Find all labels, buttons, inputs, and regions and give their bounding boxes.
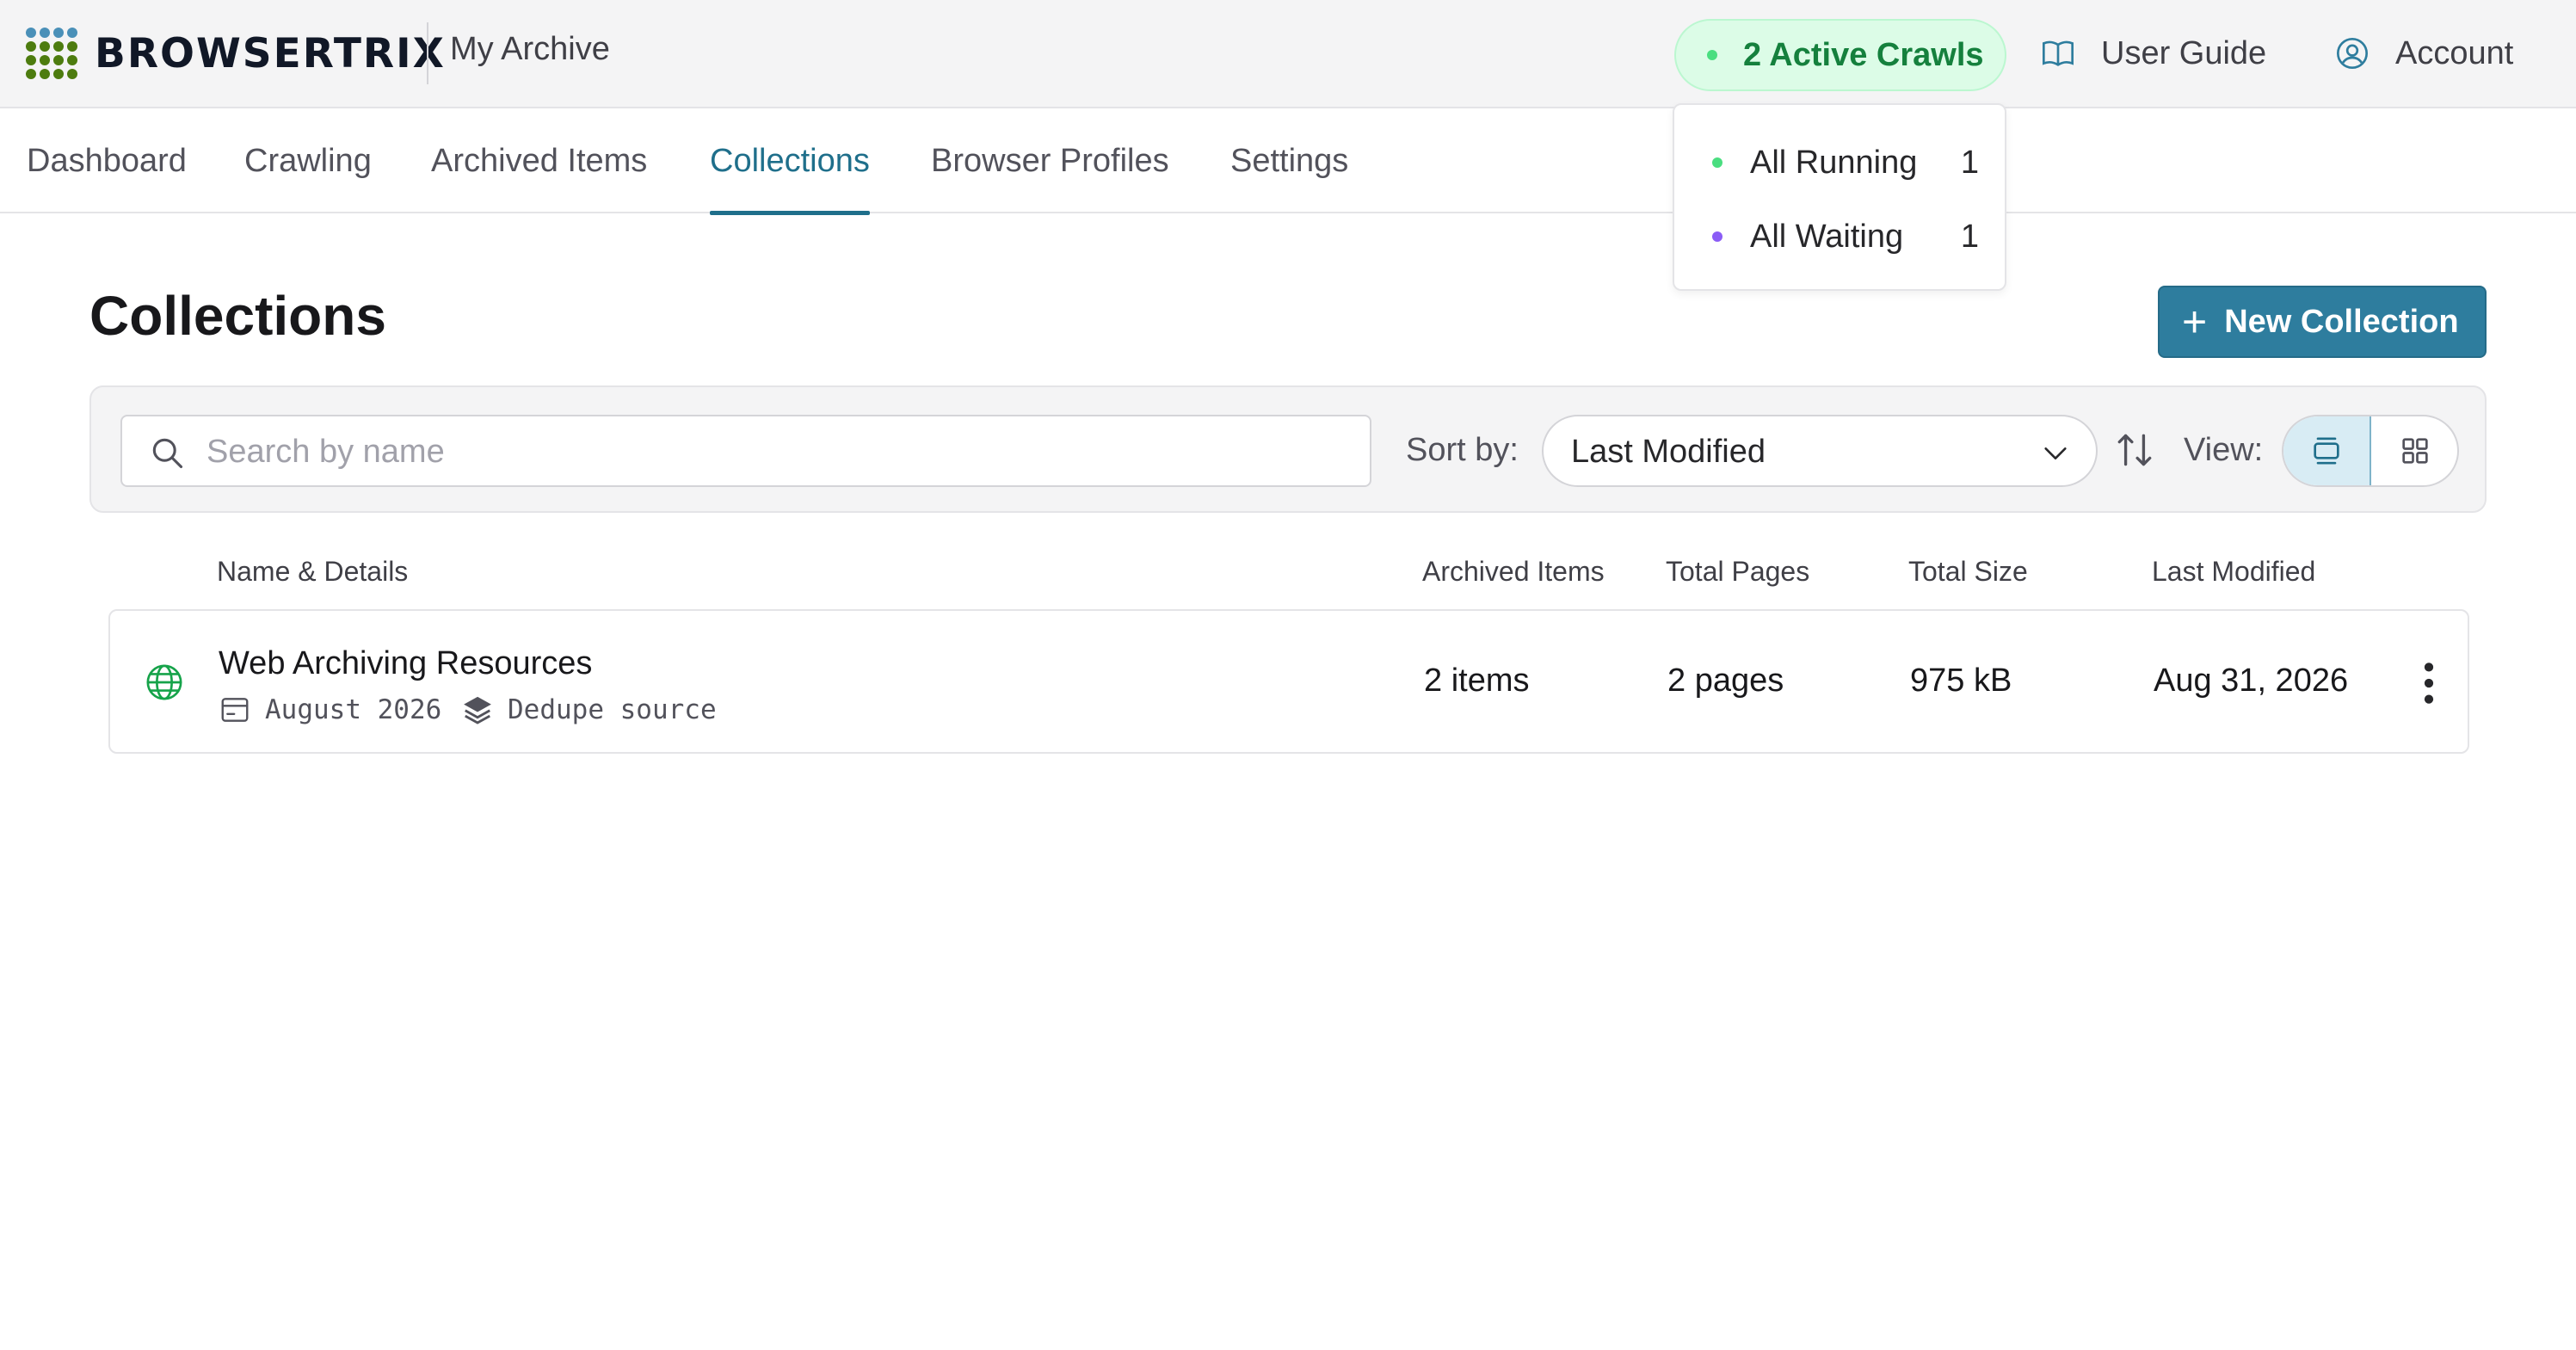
layers-icon bbox=[464, 696, 491, 724]
user-guide-button[interactable]: User Guide bbox=[2041, 26, 2266, 81]
view-label: View: bbox=[2184, 432, 2264, 468]
new-collection-button[interactable]: + New Collection bbox=[2158, 286, 2487, 358]
sort-label: Sort by: bbox=[1406, 432, 1519, 468]
sort-value: Last Modified bbox=[1571, 434, 1766, 470]
date-range-text: August 2026 bbox=[265, 694, 442, 725]
sort-select[interactable]: Last Modified bbox=[1542, 415, 2098, 487]
tab-crawling[interactable]: Crawling bbox=[244, 108, 372, 213]
search-field bbox=[120, 415, 1371, 487]
dedupe-tag: Dedupe source bbox=[461, 690, 717, 730]
account-label: Account bbox=[2395, 34, 2514, 71]
chevron-down-icon bbox=[2044, 447, 2067, 459]
header-divider bbox=[427, 22, 428, 84]
archived-items-cell: 2 items bbox=[1424, 663, 1530, 699]
filter-bar: Sort by: Last Modified View: bbox=[89, 385, 2487, 513]
waiting-dot-icon bbox=[1712, 231, 1722, 242]
list-view-icon bbox=[2314, 437, 2339, 465]
tab-collections[interactable]: Collections bbox=[710, 108, 870, 215]
total-pages-cell: 2 pages bbox=[1667, 663, 1784, 699]
active-crawls-menu: All Running 1 All Waiting 1 bbox=[1673, 103, 2006, 291]
search-icon bbox=[152, 438, 183, 469]
header-archived-items: Archived Items bbox=[1422, 556, 1605, 587]
user-guide-label: User Guide bbox=[2101, 34, 2267, 71]
active-crawls-label: 2 Active Crawls bbox=[1743, 36, 1984, 73]
last-modified-cell: Aug 31, 2026 bbox=[2154, 663, 2349, 699]
tab-archived-items[interactable]: Archived Items bbox=[431, 108, 647, 213]
running-dot-icon bbox=[1712, 157, 1722, 168]
menu-item-all-running[interactable]: All Running 1 bbox=[1674, 133, 2005, 193]
collection-row[interactable]: Web Archiving Resources August 2026 Dedu… bbox=[108, 609, 2469, 754]
header-last-modified: Last Modified bbox=[2152, 556, 2316, 587]
more-actions-icon[interactable] bbox=[2416, 659, 2442, 707]
browsertrix-logo[interactable]: BROWSERTRIX bbox=[26, 26, 446, 81]
header-total-pages: Total Pages bbox=[1666, 556, 1810, 587]
active-crawls-button[interactable]: 2 Active Crawls bbox=[1674, 19, 2006, 91]
logo-text: BROWSERTRIX bbox=[95, 29, 446, 77]
page-title: Collections bbox=[89, 285, 386, 347]
menu-item-label: All Running bbox=[1750, 144, 1918, 181]
tab-settings[interactable]: Settings bbox=[1230, 108, 1348, 213]
menu-item-all-waiting[interactable]: All Waiting 1 bbox=[1674, 207, 2005, 267]
user-circle-icon bbox=[2337, 38, 2368, 69]
grid-view-button[interactable] bbox=[2371, 416, 2457, 485]
book-icon bbox=[2043, 40, 2074, 66]
sort-direction-icon[interactable] bbox=[2113, 428, 2156, 472]
menu-item-count: 1 bbox=[1960, 218, 1979, 255]
list-view-button[interactable] bbox=[2283, 416, 2371, 485]
account-button[interactable]: Account bbox=[2335, 26, 2513, 81]
status-dot-icon bbox=[1707, 50, 1717, 60]
header-name-details: Name & Details bbox=[217, 556, 409, 587]
top-header: BROWSERTRIX My Archive 2 Active Crawls U… bbox=[0, 0, 2576, 108]
logo-icon bbox=[26, 26, 77, 81]
dedupe-tag-text: Dedupe source bbox=[508, 694, 717, 725]
tab-dashboard[interactable]: Dashboard bbox=[27, 108, 187, 213]
plus-icon: + bbox=[2182, 298, 2208, 346]
grid-view-icon bbox=[2402, 438, 2428, 464]
menu-item-count: 1 bbox=[1960, 144, 1979, 181]
calendar-icon bbox=[221, 698, 249, 722]
view-toggle bbox=[2282, 415, 2459, 487]
header-total-size: Total Size bbox=[1908, 556, 2028, 587]
menu-item-label: All Waiting bbox=[1750, 218, 1904, 255]
collection-name: Web Archiving Resources bbox=[219, 645, 593, 681]
globe-icon bbox=[146, 664, 182, 700]
org-nav-tabs: Dashboard Crawling Archived Items Collec… bbox=[0, 108, 2576, 215]
new-collection-label: New Collection bbox=[2224, 303, 2459, 340]
date-range: August 2026 bbox=[219, 690, 441, 730]
tab-browser-profiles[interactable]: Browser Profiles bbox=[931, 108, 1169, 213]
org-name[interactable]: My Archive bbox=[450, 31, 610, 68]
total-size-cell: 975 kB bbox=[1910, 663, 2012, 699]
search-input[interactable] bbox=[206, 428, 1351, 475]
